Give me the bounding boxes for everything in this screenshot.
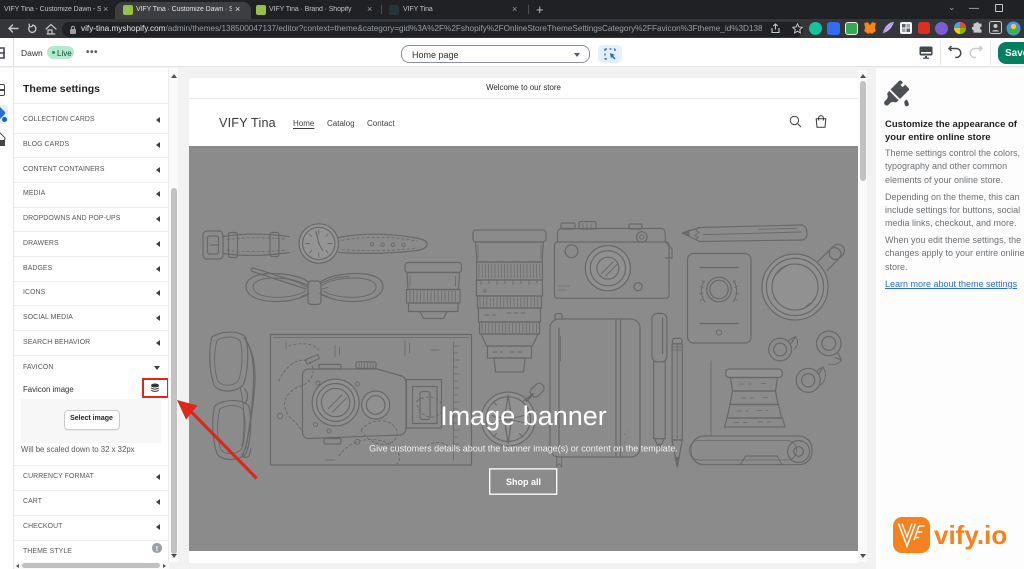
- svg-text:Image banner: Image banner: [440, 401, 607, 431]
- svg-text:Shop all: Shop all: [506, 477, 541, 487]
- svg-text:Give customers details about t: Give customers details about the banner …: [369, 444, 678, 454]
